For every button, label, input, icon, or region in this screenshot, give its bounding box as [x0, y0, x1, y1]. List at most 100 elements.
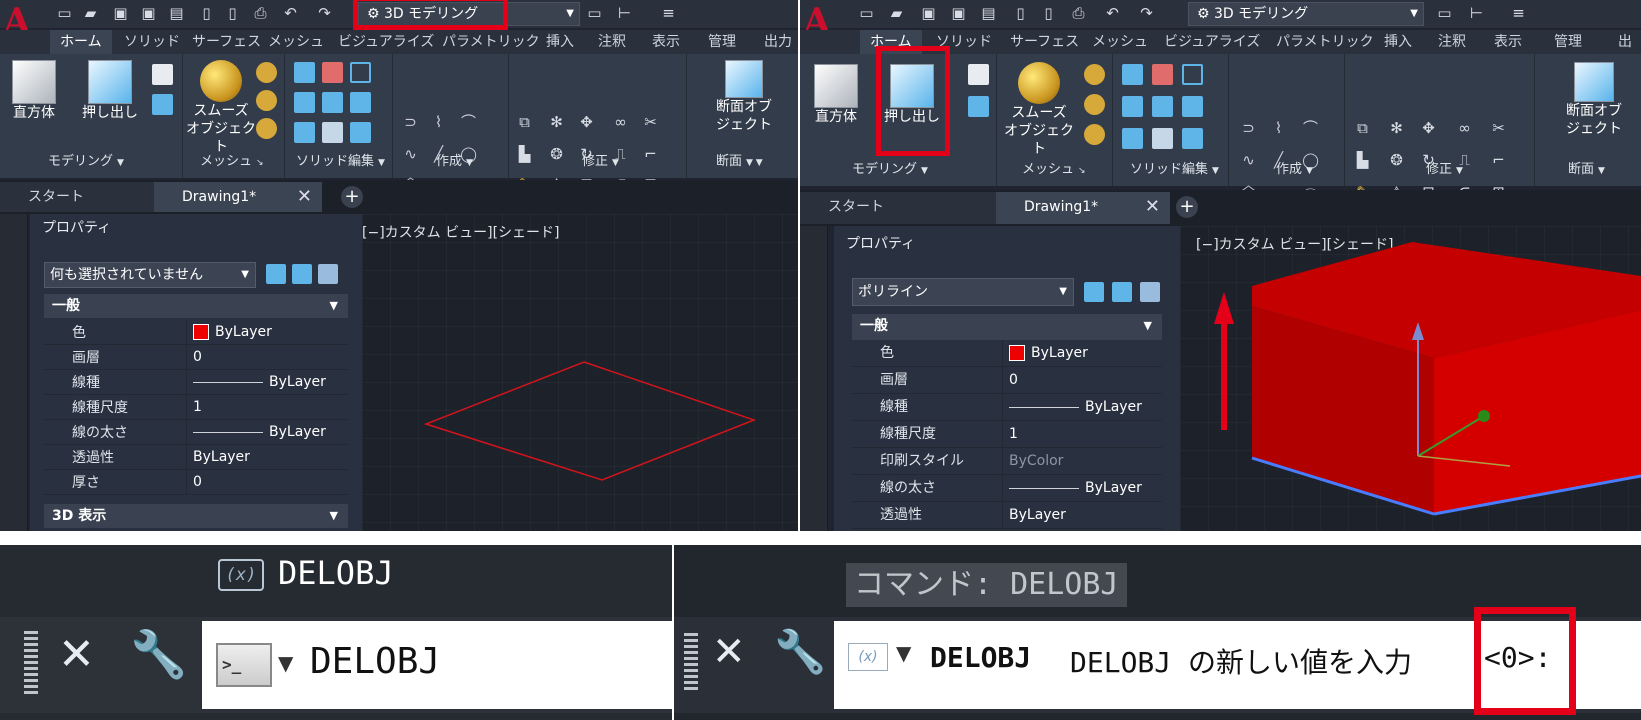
extract-edges-icon[interactable] [294, 92, 315, 113]
copy-icon[interactable]: ∞ [1456, 120, 1473, 137]
3d-rotate-icon[interactable]: ✻ [1388, 120, 1405, 137]
property-value[interactable]: ByLayer [1002, 340, 1088, 366]
chevron-down-icon[interactable]: ▼ [278, 651, 293, 675]
union-icon[interactable] [294, 62, 315, 83]
quick-select-icon[interactable] [318, 264, 338, 284]
group-modify[interactable]: 修正 ▼ [1426, 160, 1463, 181]
box-button[interactable]: 直方体 [808, 64, 864, 126]
helix-icon[interactable]: ⌇ [430, 114, 447, 131]
3d-rotate-icon[interactable]: ✻ [548, 114, 565, 131]
tab-solid[interactable]: ソリッド [936, 30, 992, 54]
new-tab-button[interactable]: + [341, 186, 363, 208]
property-row[interactable]: 色 ByLayer [44, 320, 348, 345]
tab-drawing1[interactable]: Drawing1* ✕ [996, 192, 1170, 224]
group-modeling[interactable]: モデリング ▼ [852, 160, 928, 181]
save-icon[interactable]: ▣ [112, 5, 129, 22]
group-modify[interactable]: 修正 ▼ [582, 152, 619, 173]
tab-surface[interactable]: サーフェス [192, 30, 261, 54]
save-as-icon[interactable]: ▣ [950, 5, 967, 22]
tab-visualize[interactable]: ビジュアライズ [1164, 30, 1260, 54]
property-value[interactable]: 1 [1002, 421, 1018, 447]
property-row[interactable]: 線の太さ ByLayer [44, 420, 348, 445]
property-value[interactable]: ByLayer [186, 370, 326, 394]
group-mesh[interactable]: メッシュ ↘ [1022, 160, 1086, 181]
undo-icon[interactable]: ↶ [282, 5, 299, 22]
open-icon[interactable]: ▰ [82, 5, 99, 22]
import-icon[interactable]: ▯ [1012, 5, 1029, 22]
box-button[interactable]: 直方体 [8, 60, 60, 122]
property-row[interactable]: 線種尺度 1 [852, 421, 1162, 448]
intersect-icon[interactable] [1182, 64, 1203, 85]
tab-surface[interactable]: サーフェス [1010, 30, 1079, 54]
thicken-icon[interactable] [350, 122, 371, 143]
tab-home[interactable]: ホーム [50, 30, 112, 54]
new-tab-button[interactable]: + [1176, 196, 1198, 218]
dimension-icon[interactable]: ⊢ [1468, 5, 1485, 22]
tab-manage[interactable]: 管理 [708, 30, 736, 54]
close-icon[interactable]: ✕ [1145, 192, 1160, 222]
smooth-object-button[interactable]: スムーズ オブジェクト [186, 60, 256, 156]
polyline-icon[interactable]: ⊃ [402, 114, 419, 131]
grip-handle[interactable] [684, 633, 698, 693]
separate-icon[interactable] [1182, 96, 1203, 117]
section-plane-button[interactable]: 断面オブ ジェクト [694, 60, 794, 134]
extrude-button[interactable]: 押し出し [878, 64, 946, 126]
tab-manage[interactable]: 管理 [1554, 30, 1582, 54]
undo-icon[interactable]: ↶ [1104, 5, 1121, 22]
tab-home[interactable]: ホーム [860, 30, 922, 54]
spline-icon[interactable]: ∿ [1240, 152, 1257, 169]
group-draw[interactable]: 作成 ▼ [436, 152, 473, 173]
import-icon[interactable]: ▯ [198, 5, 215, 22]
intersect-icon[interactable] [350, 62, 371, 83]
property-row[interactable]: 画層 0 [44, 345, 348, 370]
export-icon[interactable]: ▯ [1040, 5, 1057, 22]
mesh-refine-icon[interactable] [256, 90, 277, 111]
tab-start[interactable]: スタート [0, 182, 172, 212]
mesh-smooth-icon[interactable] [1084, 64, 1105, 85]
copy-icon[interactable]: ∞ [612, 114, 629, 131]
property-row[interactable]: 色 ByLayer [852, 340, 1162, 367]
viewport[interactable]: [−]カスタム ビュー][シェード] [1180, 226, 1641, 531]
select-objects-icon[interactable] [1112, 282, 1132, 302]
3d-array-icon[interactable]: ❂ [1388, 152, 1405, 169]
extrude-button[interactable]: 押し出し [80, 60, 140, 122]
tab-drawing1[interactable]: Drawing1* ✕ [154, 182, 322, 212]
property-value[interactable]: ByLayer [1002, 394, 1142, 420]
toggle-pickadd-icon[interactable] [1084, 282, 1104, 302]
redo-icon[interactable]: ↷ [1138, 5, 1155, 22]
thicken-icon[interactable] [1182, 128, 1203, 149]
tab-mesh[interactable]: メッシュ [1092, 30, 1148, 54]
mesh-smooth-icon[interactable] [256, 62, 277, 83]
property-row[interactable]: 印刷スタイル ByColor [852, 448, 1162, 475]
property-row[interactable]: 線の太さ ByLayer [852, 475, 1162, 502]
polysolid-icon[interactable] [968, 96, 989, 117]
subtract-icon[interactable] [1152, 64, 1173, 85]
tab-view[interactable]: 表示 [652, 30, 680, 54]
new-icon[interactable]: ▭ [56, 5, 73, 22]
save-icon[interactable]: ▣ [920, 5, 937, 22]
property-value[interactable]: 1 [186, 395, 202, 419]
fillet-icon[interactable]: ⌐ [1490, 152, 1507, 169]
tab-annotate[interactable]: 注釈 [1438, 30, 1466, 54]
slice-icon[interactable] [1152, 128, 1173, 149]
redo-icon[interactable]: ↷ [316, 5, 333, 22]
mirror-icon[interactable]: ⧉ [516, 114, 533, 131]
tab-start[interactable]: スタート [800, 192, 1000, 224]
tab-insert[interactable]: 挿入 [546, 30, 574, 54]
tab-mesh[interactable]: メッシュ [268, 30, 324, 54]
mirror-icon[interactable]: ⧉ [1354, 120, 1371, 137]
tab-parametric[interactable]: パラメトリック [442, 30, 540, 54]
presspull-icon[interactable] [968, 64, 989, 85]
autocomplete-suggestion[interactable]: (x) DELOBJ [218, 551, 394, 595]
property-value[interactable]: 0 [186, 470, 202, 494]
cloud-icon[interactable]: ▤ [980, 5, 997, 22]
print-icon[interactable]: ⎙ [252, 5, 269, 22]
workspace-selector[interactable]: ⚙ 3D モデリング ▼ [1188, 2, 1424, 26]
union-icon[interactable] [1122, 64, 1143, 85]
property-value[interactable]: 0 [186, 345, 202, 369]
property-row[interactable]: 厚さ 0 [44, 470, 348, 495]
viewport-icon[interactable]: ▭ [1436, 5, 1453, 22]
spline-icon[interactable]: ∿ [402, 146, 419, 163]
toggle-pickadd-icon[interactable] [266, 264, 286, 284]
3d-array-icon[interactable]: ❂ [548, 146, 565, 163]
